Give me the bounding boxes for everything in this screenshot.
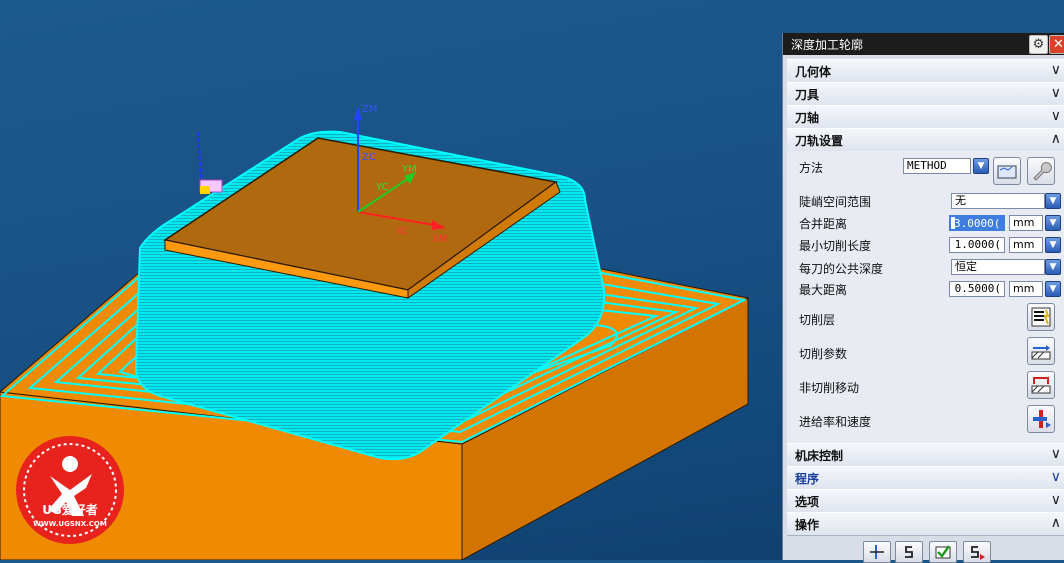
depth-label: 每刀的公共深度 — [799, 262, 884, 276]
close-icon[interactable]: ✕ — [1049, 35, 1064, 54]
cut-params-button[interactable] — [1027, 337, 1055, 365]
min-cut-input[interactable]: 1.0000( — [949, 237, 1005, 253]
cut-levels-label: 切削层 — [799, 313, 836, 327]
min-cut-label: 最小切削长度 — [799, 239, 872, 253]
max-dist-label: 最大距离 — [799, 283, 848, 297]
chevron-down-icon: ∨ — [1050, 108, 1061, 124]
steep-label: 陡峭空间范围 — [799, 195, 872, 209]
wrench-icon — [1033, 162, 1052, 181]
dialog-titlebar[interactable]: 深度加工轮廓 ⚙ ✕ — [783, 33, 1064, 55]
chevron-down-icon: ∨ — [1050, 85, 1061, 101]
section-actions[interactable]: 操作 ∧ — [787, 512, 1064, 536]
depth-dropdown-icon[interactable]: ▼ — [1045, 259, 1061, 275]
edit-method-icon — [997, 165, 1017, 179]
feeds-speeds-icon — [1033, 410, 1051, 428]
non-cut-moves-button[interactable] — [1027, 371, 1055, 399]
generate-icon — [870, 545, 884, 559]
max-dist-unit-select[interactable]: mm — [1009, 281, 1043, 297]
merge-label: 合并距离 — [799, 217, 848, 231]
section-geometry[interactable]: 几何体 ∨ — [787, 59, 1064, 83]
graphics-viewport[interactable]: ZM ZC XM XC YM YC UG爱好者 WWW.UGSNX.COM — [0, 0, 782, 560]
replay-icon — [905, 546, 913, 558]
dialog-title: 深度加工轮廓 — [791, 38, 864, 52]
axis-label-zc: ZC — [362, 152, 376, 163]
cut-levels-icon — [1031, 307, 1051, 327]
chevron-up-icon: ∧ — [1050, 131, 1061, 147]
max-dist-unit-dropdown-icon[interactable]: ▼ — [1045, 281, 1061, 297]
chevron-up-icon: ∧ — [1050, 515, 1061, 531]
axis-label-xc: XC — [396, 226, 409, 237]
non-cut-label: 非切削移动 — [799, 381, 860, 395]
merge-input[interactable]: 3.0000( — [949, 215, 1005, 231]
depth-select[interactable]: 恒定 — [951, 259, 1045, 275]
section-program[interactable]: 程序 ∨ — [787, 466, 1064, 490]
logo-url: WWW.UGSNX.COM — [33, 520, 107, 528]
list-icon — [971, 546, 985, 560]
cut-params-label: 切削参数 — [799, 347, 848, 361]
method-tool-button[interactable] — [1027, 157, 1055, 185]
non-cut-moves-icon — [1031, 377, 1051, 394]
section-tool[interactable]: 刀具 ∨ — [787, 82, 1064, 106]
section-machine-control[interactable]: 机床控制 ∨ — [787, 443, 1064, 467]
section-path-settings[interactable]: 刀轨设置 ∧ — [787, 128, 1064, 152]
min-cut-unit-select[interactable]: mm — [1009, 237, 1043, 253]
chevron-down-icon: ∨ — [1050, 469, 1061, 485]
path-settings-body: 方法 METHOD ▼ 陡峭空间范围 无 ▼ 合并距离 3.0000( mm ▼… — [787, 151, 1064, 443]
method-dropdown-icon[interactable]: ▼ — [973, 158, 989, 174]
chevron-down-icon: ∨ — [1050, 492, 1061, 508]
logo-brand: UG爱好者 — [42, 502, 98, 517]
chevron-down-icon: ∨ — [1050, 446, 1061, 462]
steep-select[interactable]: 无 — [951, 193, 1045, 209]
section-tool-axis[interactable]: 刀轴 ∨ — [787, 105, 1064, 129]
operation-dialog: 深度加工轮廓 ⚙ ✕ 几何体 ∨ 刀具 ∨ 刀轴 ∨ 刀轨设置 ∧ 方法 METHOD … — [782, 33, 1064, 563]
mcs-marker — [197, 131, 223, 194]
settings-gear-icon[interactable]: ⚙ — [1029, 35, 1048, 54]
method-label: 方法 — [799, 161, 824, 175]
cut-levels-button[interactable] — [1027, 303, 1055, 331]
merge-unit-select[interactable]: mm — [1009, 215, 1043, 231]
feeds-speeds-button[interactable] — [1027, 405, 1055, 433]
merge-unit-dropdown-icon[interactable]: ▼ — [1045, 215, 1061, 231]
axis-label-xm: XM — [432, 234, 447, 245]
method-select[interactable]: METHOD — [903, 158, 971, 174]
feeds-label: 进给率和速度 — [799, 415, 872, 429]
min-cut-unit-dropdown-icon[interactable]: ▼ — [1045, 237, 1061, 253]
chevron-down-icon: ∨ — [1050, 62, 1061, 78]
axis-label-ym: YM — [401, 164, 417, 175]
verify-icon — [935, 545, 951, 559]
axis-label-zm: ZM — [362, 104, 377, 115]
cut-params-icon — [1031, 345, 1051, 360]
method-edit-button[interactable] — [993, 157, 1021, 185]
section-options[interactable]: 选项 ∨ — [787, 489, 1064, 513]
max-dist-input[interactable]: 0.5000( — [949, 281, 1005, 297]
steep-dropdown-icon[interactable]: ▼ — [1045, 193, 1061, 209]
ugsnx-logo: UG爱好者 WWW.UGSNX.COM — [16, 436, 124, 544]
axis-label-yc: YC — [375, 182, 389, 193]
